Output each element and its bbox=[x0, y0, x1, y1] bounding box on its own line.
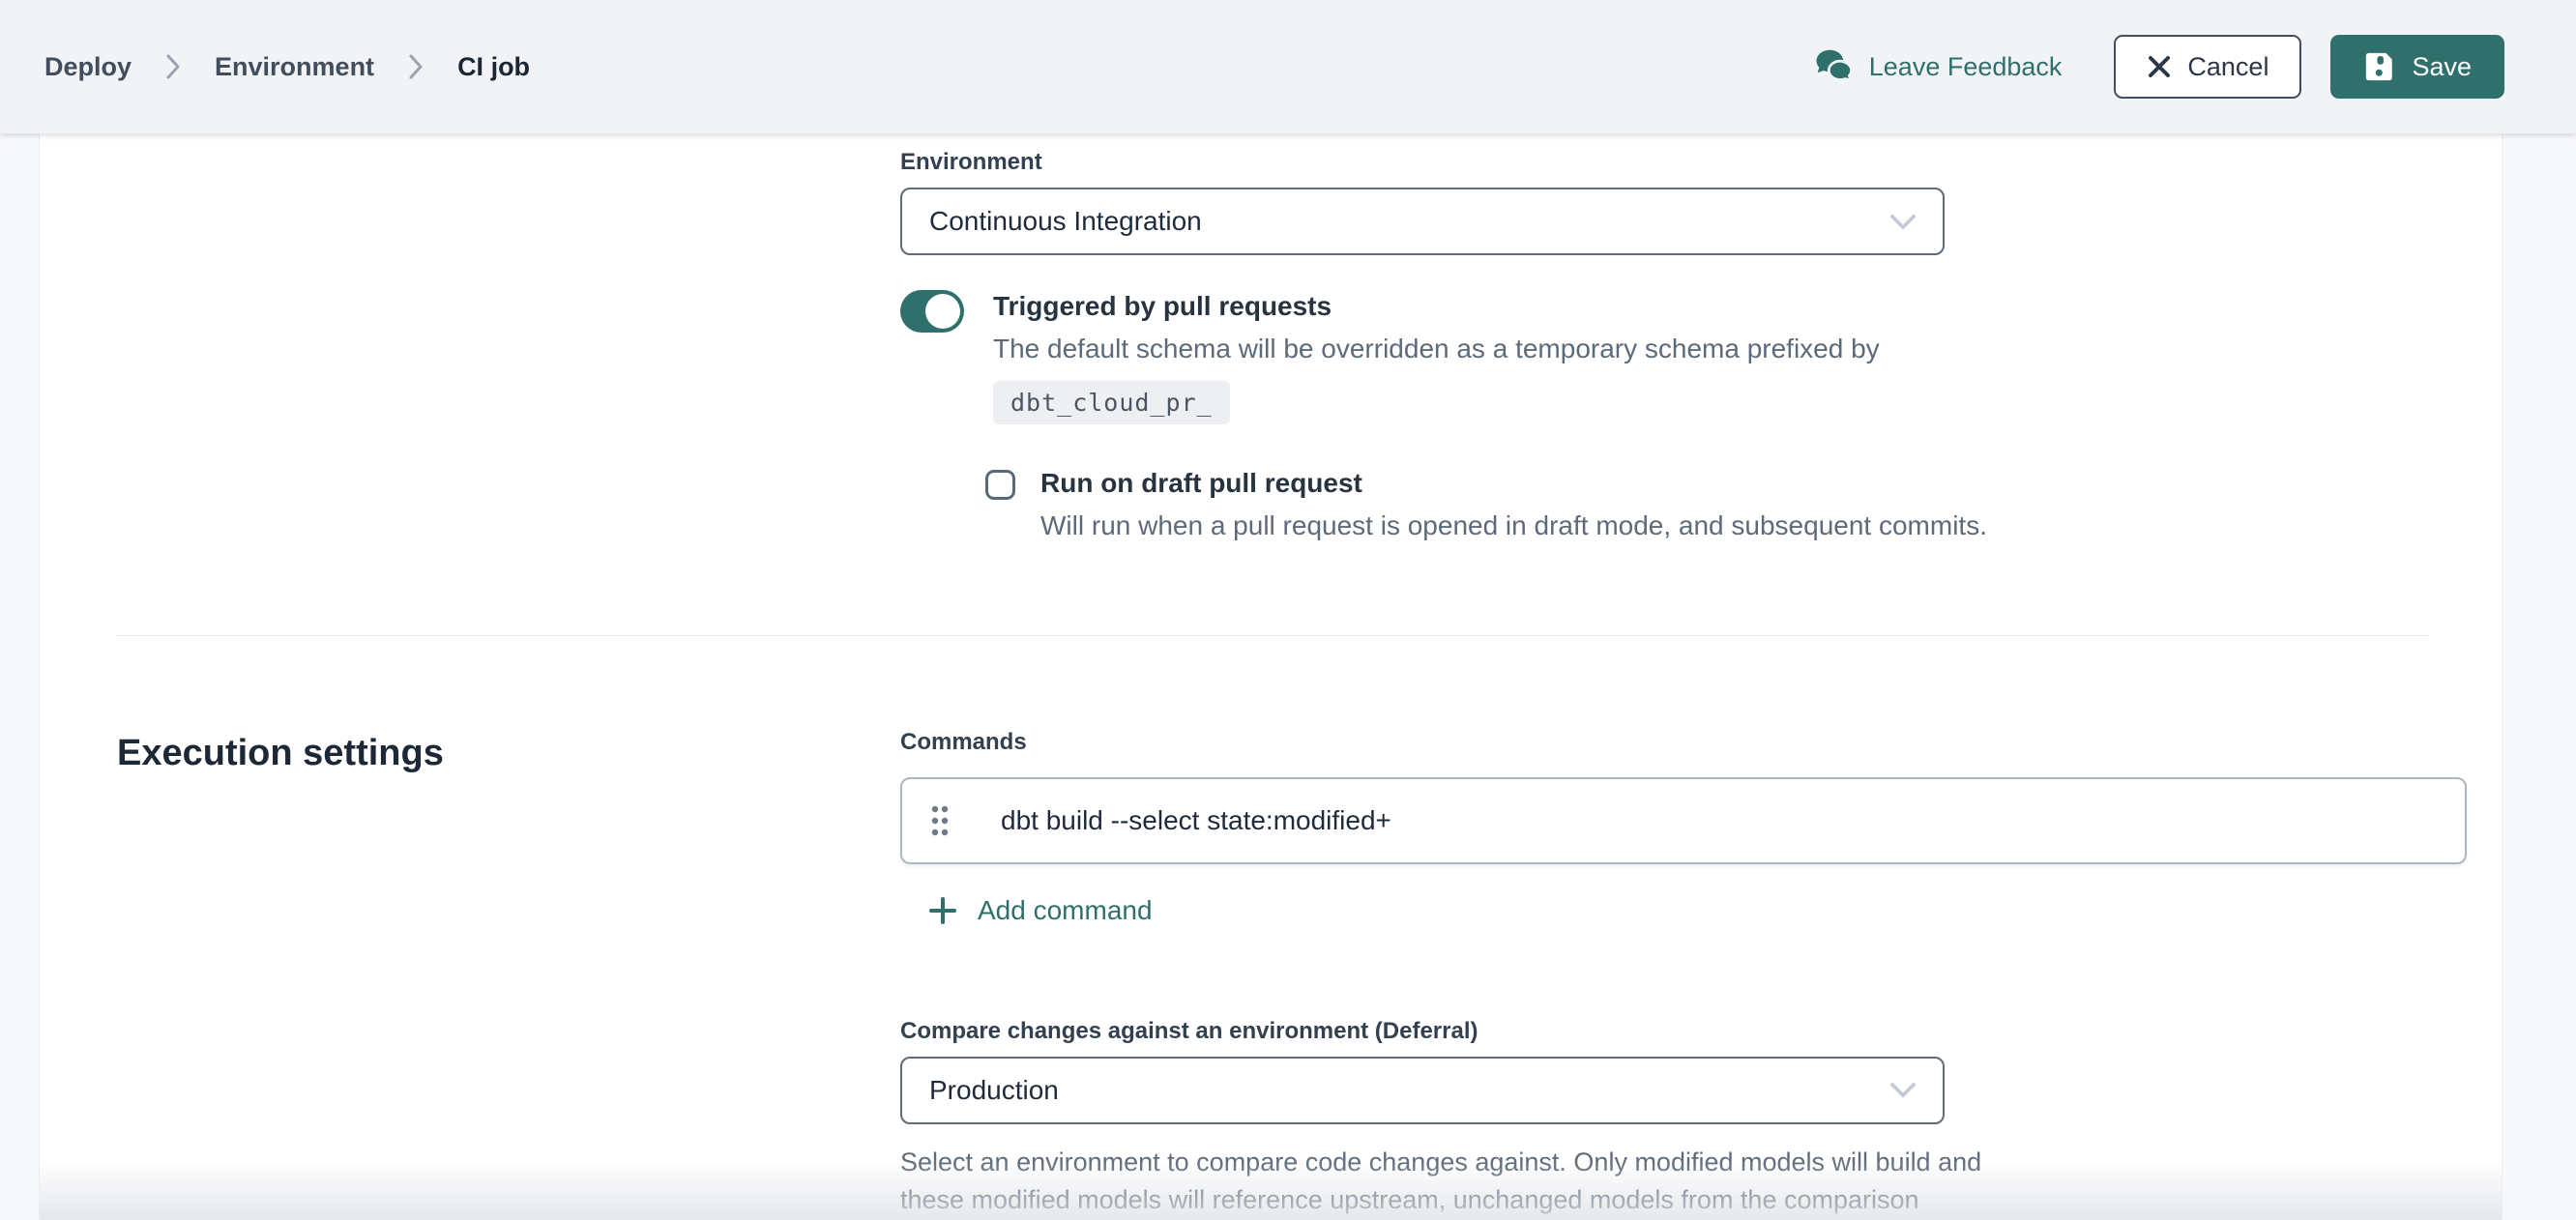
execution-section-left-column: Execution settings bbox=[117, 729, 900, 1220]
execution-section-fields: Commands dbt build --select state:modifi… bbox=[900, 729, 2502, 1220]
execution-settings-heading: Execution settings bbox=[117, 733, 900, 774]
breadcrumb-environment[interactable]: Environment bbox=[215, 52, 374, 82]
pr-trigger-toggle[interactable] bbox=[900, 290, 964, 333]
schema-prefix-code: dbt_cloud_pr_ bbox=[993, 381, 1230, 424]
draft-pr-row: Run on draft pull request Will run when … bbox=[985, 465, 2502, 544]
save-button-label: Save bbox=[2412, 52, 2472, 82]
add-command-button[interactable]: Add command bbox=[927, 895, 1153, 926]
pr-trigger-text: Triggered by pull requests The default s… bbox=[993, 288, 1880, 424]
pr-trigger-row: Triggered by pull requests The default s… bbox=[900, 288, 2502, 424]
trigger-settings-section: Environment Continuous Integration Trigg… bbox=[40, 133, 2502, 635]
left-gutter bbox=[0, 133, 39, 1220]
execution-settings-section: Execution settings Commands dbt build --… bbox=[40, 636, 2502, 1220]
breadcrumb: Deploy Environment CI job bbox=[44, 52, 530, 82]
command-input[interactable]: dbt build --select state:modified+ bbox=[900, 777, 2467, 864]
drag-handle-icon[interactable] bbox=[929, 802, 951, 839]
trigger-section-fields: Environment Continuous Integration Trigg… bbox=[900, 149, 2502, 544]
draft-pr-label: Run on draft pull request bbox=[1040, 465, 1987, 502]
topbar: Deploy Environment CI job Leave Feedback… bbox=[0, 0, 2576, 133]
plus-icon bbox=[927, 895, 958, 926]
deferral-select-value: Production bbox=[929, 1075, 1059, 1106]
settings-panel: Environment Continuous Integration Trigg… bbox=[39, 133, 2503, 1220]
breadcrumb-ci-job: CI job bbox=[457, 52, 530, 82]
pr-trigger-description: The default schema will be overridden as… bbox=[993, 330, 1880, 367]
trigger-section-left-column bbox=[117, 149, 900, 544]
command-value: dbt build --select state:modified+ bbox=[1001, 805, 1391, 836]
pr-trigger-label: Triggered by pull requests bbox=[993, 288, 1880, 325]
leave-feedback-link[interactable]: Leave Feedback bbox=[1814, 48, 2063, 85]
deferral-label: Compare changes against an environment (… bbox=[900, 1018, 2502, 1045]
chevron-right-icon bbox=[164, 52, 182, 81]
commands-label: Commands bbox=[900, 729, 2502, 756]
environment-select[interactable]: Continuous Integration bbox=[900, 188, 1945, 255]
chevron-down-icon bbox=[1888, 213, 1917, 231]
chat-bubbles-icon bbox=[1814, 48, 1855, 85]
page-body: Environment Continuous Integration Trigg… bbox=[0, 133, 2576, 1220]
cancel-button[interactable]: Cancel bbox=[2114, 35, 2301, 99]
environment-label: Environment bbox=[900, 149, 2502, 176]
deferral-description: Select an environment to compare code ch… bbox=[900, 1144, 2036, 1220]
draft-pr-checkbox[interactable] bbox=[985, 470, 1015, 500]
chevron-right-icon bbox=[407, 52, 424, 81]
save-button[interactable]: Save bbox=[2330, 35, 2504, 99]
draft-pr-text: Run on draft pull request Will run when … bbox=[1040, 465, 1987, 544]
floppy-disk-icon bbox=[2363, 50, 2396, 83]
leave-feedback-label: Leave Feedback bbox=[1869, 52, 2063, 82]
close-icon bbox=[2147, 54, 2172, 79]
right-gutter bbox=[2503, 133, 2576, 1220]
toggle-knob bbox=[925, 294, 960, 329]
deferral-select[interactable]: Production bbox=[900, 1057, 1945, 1124]
breadcrumb-deploy[interactable]: Deploy bbox=[44, 52, 132, 82]
environment-select-value: Continuous Integration bbox=[929, 206, 1202, 237]
draft-pr-description: Will run when a pull request is opened i… bbox=[1040, 507, 1987, 544]
topbar-actions: Leave Feedback Cancel Save bbox=[1814, 35, 2504, 99]
add-command-label: Add command bbox=[978, 895, 1153, 926]
chevron-down-icon bbox=[1888, 1081, 1917, 1099]
cancel-button-label: Cancel bbox=[2187, 52, 2269, 82]
